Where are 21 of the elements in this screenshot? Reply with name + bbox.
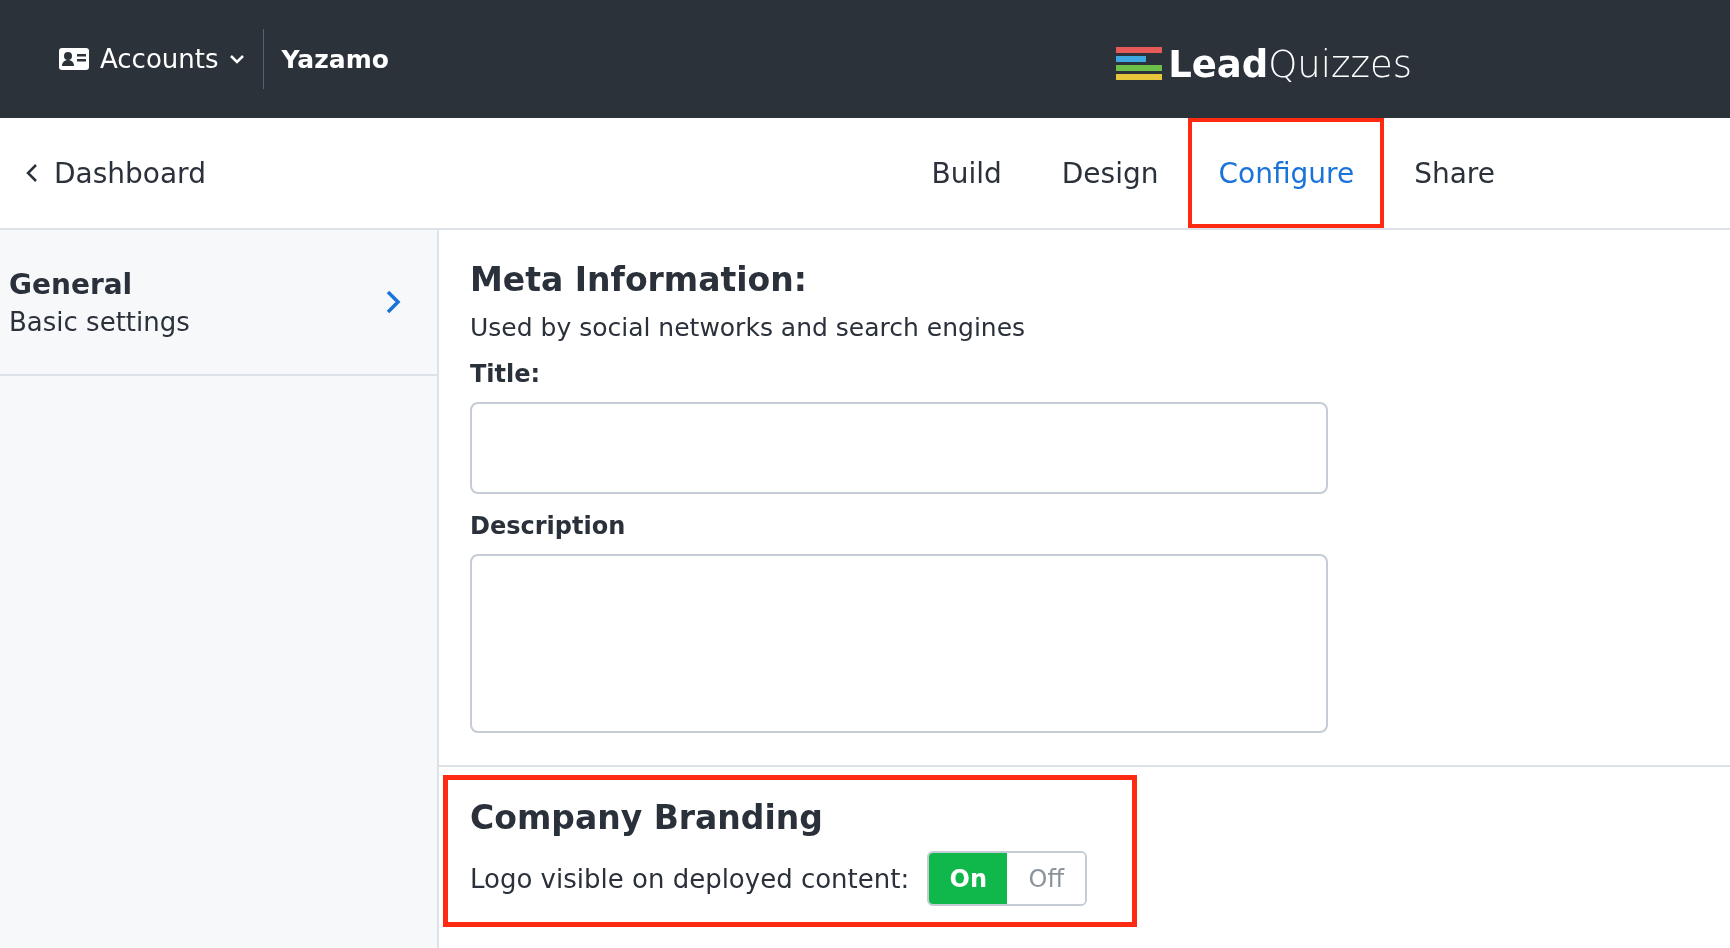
nav-tab[interactable]: Configure [1188, 118, 1385, 228]
chevron-left-icon [26, 163, 38, 183]
accounts-menu[interactable]: Accounts [58, 38, 245, 80]
nav-tab[interactable]: Design [1031, 118, 1189, 228]
id-card-icon [58, 47, 90, 71]
field-label: Title: [470, 360, 542, 388]
chevron-down-icon [228, 54, 245, 64]
title-field[interactable] [470, 402, 1328, 494]
field-label: Description [470, 512, 627, 540]
description-field[interactable] [470, 554, 1328, 733]
stripes-logo-icon [1116, 47, 1163, 81]
section-description: Used by social networks and search engines [470, 313, 1027, 342]
logo-wordmark: LeadQuizzes [1168, 42, 1412, 86]
back-link[interactable]: Dashboard [26, 156, 206, 190]
section-heading: Company Branding [470, 798, 824, 837]
chevron-right-icon [385, 289, 401, 315]
toggle-label: Logo visible on deployed content: [470, 863, 910, 894]
section-heading: Meta Information: [470, 260, 808, 299]
nav-tab[interactable]: Share [1384, 118, 1525, 228]
nav-tab[interactable]: Build [901, 118, 1032, 228]
account-name: Yazamo [281, 44, 389, 74]
